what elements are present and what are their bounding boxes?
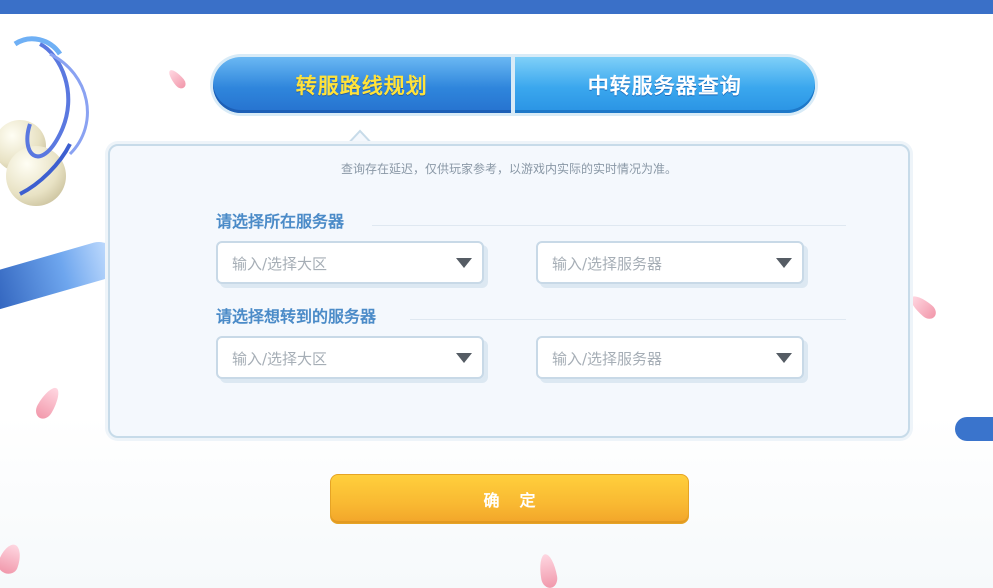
query-panel: 查询存在延迟，仅供玩家参考，以游戏内实际的实时情况为准。 请选择所在服务器 输入… [108, 144, 910, 438]
target-server-select[interactable]: 输入/选择服务器 [536, 336, 804, 379]
petal-decoration [166, 67, 188, 91]
tab-bar: 转服路线规划 中转服务器查询 [210, 54, 818, 116]
current-server-select[interactable]: 输入/选择服务器 [536, 241, 804, 284]
chevron-down-icon [456, 353, 472, 363]
top-bar [0, 0, 993, 14]
chevron-down-icon [776, 353, 792, 363]
current-server-placeholder: 输入/选择服务器 [552, 255, 663, 273]
delay-notice: 查询存在延迟，仅供玩家参考，以游戏内实际的实时情况为准。 [340, 162, 677, 176]
current-region-placeholder: 输入/选择大区 [232, 255, 328, 273]
tab-route-planning[interactable]: 转服路线规划 [213, 57, 511, 113]
current-server-title: 请选择所在服务器 [216, 212, 345, 231]
tab-relay-server-query[interactable]: 中转服务器查询 [514, 57, 815, 113]
side-tab[interactable] [955, 417, 993, 441]
chevron-down-icon [456, 258, 472, 268]
divider [372, 225, 846, 226]
petal-decoration [0, 541, 25, 577]
petal-decoration [537, 552, 559, 588]
confirm-button[interactable]: 确定 [330, 474, 689, 524]
target-region-placeholder: 输入/选择大区 [232, 350, 328, 368]
target-server-placeholder: 输入/选择服务器 [552, 350, 663, 368]
target-server-title: 请选择想转到的服务器 [216, 307, 377, 326]
current-region-select[interactable]: 输入/选择大区 [216, 241, 484, 284]
chevron-down-icon [776, 258, 792, 268]
page-background: 转服路线规划 中转服务器查询 查询存在延迟，仅供玩家参考，以游戏内实际的实时情况… [0, 14, 993, 588]
target-region-select[interactable]: 输入/选择大区 [216, 336, 484, 379]
ribbon-decoration [13, 36, 89, 196]
petal-decoration [907, 291, 939, 323]
divider [410, 319, 846, 320]
petal-decoration [32, 384, 64, 422]
sword-decoration [0, 237, 123, 313]
